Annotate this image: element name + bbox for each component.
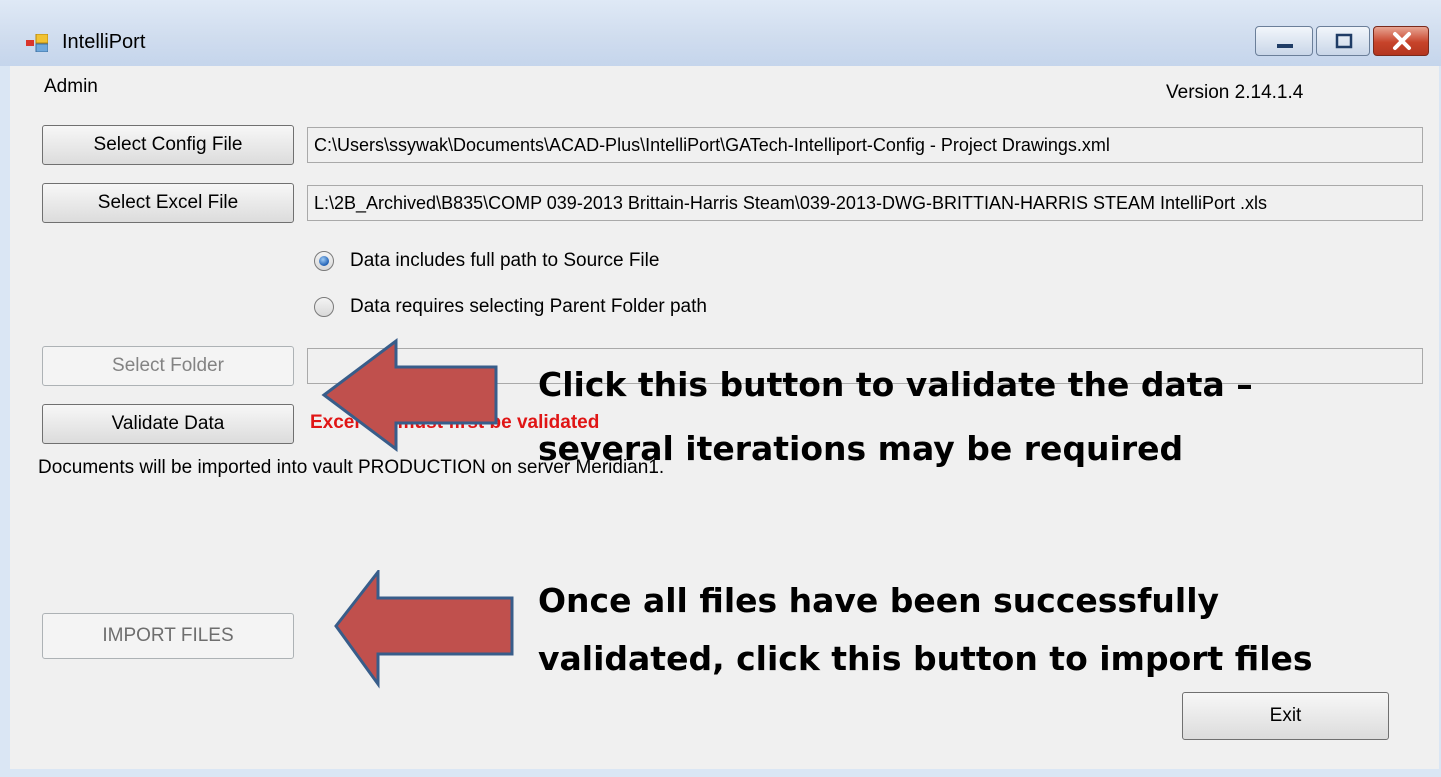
radio-full-path-label: Data includes full path to Source File [350, 250, 660, 271]
maximize-icon [1335, 33, 1353, 49]
radio-parent-folder-button[interactable] [314, 297, 334, 317]
menu-admin[interactable]: Admin [44, 76, 98, 98]
import-files-button[interactable]: IMPORT FILES [42, 613, 294, 659]
minimize-icon [1277, 44, 1293, 48]
annotation-arrow-import-icon [334, 570, 514, 689]
intelliport-window: IntelliPort Admin Version 2.14.1.4 Selec… [0, 0, 1441, 777]
validate-callout-line1: Click this button to validate the data – [538, 365, 1253, 404]
config-file-path-field[interactable]: C:\Users\ssywak\Documents\ACAD-Plus\Inte… [307, 127, 1423, 163]
title-bar[interactable]: IntelliPort [0, 0, 1441, 66]
exit-button[interactable]: Exit [1182, 692, 1389, 740]
close-icon [1393, 32, 1411, 50]
select-folder-button[interactable]: Select Folder [42, 346, 294, 386]
window-title: IntelliPort [62, 31, 146, 53]
minimize-button[interactable] [1255, 26, 1313, 56]
maximize-button[interactable] [1316, 26, 1370, 56]
version-label: Version 2.14.1.4 [1166, 82, 1304, 103]
app-icon [26, 34, 48, 52]
radio-parent-folder-label: Data requires selecting Parent Folder pa… [350, 296, 707, 317]
excel-file-path-field[interactable]: L:\2B_Archived\B835\COMP 039-2013 Britta… [307, 185, 1423, 221]
select-excel-file-button[interactable]: Select Excel File [42, 183, 294, 223]
radio-selected-dot [319, 256, 329, 266]
annotation-arrow-validate-icon [321, 338, 498, 452]
validate-callout-line2: several iterations may be required [538, 429, 1184, 468]
select-config-file-button[interactable]: Select Config File [42, 125, 294, 165]
radio-full-path-button[interactable] [314, 251, 334, 271]
import-callout-line1: Once all files have been successfully [538, 581, 1220, 620]
validate-data-button[interactable]: Validate Data [42, 404, 294, 444]
import-callout-line2: validated, click this button to import f… [538, 639, 1313, 678]
close-button[interactable] [1373, 26, 1429, 56]
